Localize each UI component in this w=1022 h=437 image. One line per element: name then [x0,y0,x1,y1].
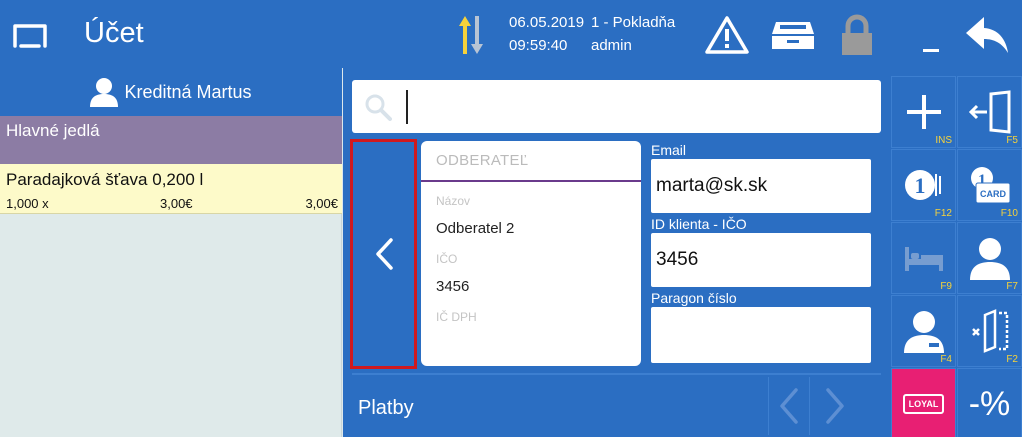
cash-drawer-icon [772,22,814,49]
discount-button[interactable]: -% [957,368,1022,437]
chevron-left-icon [780,388,798,424]
top-bar: Účet 06.05.2019 09:59:40 1 - Pokladňa ad… [0,0,1022,68]
minimize-button[interactable] [906,10,956,60]
loyal-label: LOYAL [902,394,945,414]
payments-label: Platby [358,397,414,419]
previous-button[interactable] [350,139,417,369]
category-header[interactable]: Hlavné jedlá [0,116,342,164]
minimize-icon [923,49,939,52]
shortcut-label: INS [935,135,952,146]
shortcut-label: F12 [934,208,952,219]
divider [421,180,641,182]
plus-icon [906,95,941,129]
shortcut-label: F9 [940,281,952,292]
discount-label: -% [968,384,1011,423]
lock-icon [842,14,872,55]
back-button[interactable] [962,10,1012,60]
shortcut-label: F7 [1006,281,1018,292]
customer-name: Kreditná Martus [124,81,252,102]
receipt-number-field[interactable] [651,307,871,363]
lock-button[interactable] [832,10,882,60]
payments-bar: Platby [352,373,881,437]
warning-button[interactable] [702,10,752,60]
user-icon [969,238,1010,280]
loyalty-button[interactable]: LOYAL [891,368,956,437]
buyer-title: ODBERATEĽ [436,152,529,169]
name-value: Odberatel 2 [436,220,515,237]
function-keys: INS F5 1 F12 1 CARD F10 F9 F7 F4 F2 LOYA… [889,68,1022,437]
chevron-right-icon [826,388,844,424]
waiter-button[interactable]: F4 [891,295,956,367]
bed-icon [904,247,943,271]
header-date: 06.05.2019 [509,14,585,31]
shortcut-label: F4 [940,354,952,365]
user-badge-icon [903,311,944,353]
search-input[interactable] [406,90,866,124]
chevron-left-icon [375,238,393,270]
item-total: 3,00€ [305,196,338,211]
item-quantity: 1,000 x [6,196,49,211]
client-id-field[interactable]: 3456 [651,233,871,287]
import-button[interactable]: F5 [957,76,1022,148]
buyer-card[interactable]: ODBERATEĽ Názov Odberatel 2 IČO 3456 IČ … [421,141,641,366]
item-name: Paradajková šťava 0,200 l [6,170,204,189]
order-item[interactable]: Paradajková šťava 0,200 l 1,000 x 3,00€ … [0,164,342,214]
import-icon [968,90,1010,134]
customer-button-side[interactable]: F7 [957,222,1022,294]
receipt-number-label: Paragon číslo [651,290,737,306]
client-id-value: 3456 [656,249,699,270]
svg-text:1: 1 [914,173,925,198]
shortcut-label: F2 [1006,354,1018,365]
vat-id-label: IČ DPH [436,310,477,324]
payments-next-button[interactable] [814,377,856,435]
room-button[interactable]: F9 [891,222,956,294]
order-panel: Kreditná Martus Hlavné jedlá Paradajková… [0,68,342,437]
ico-value: 3456 [436,278,470,295]
card-icon: 1 CARD [970,167,1010,204]
shortcut-label: F5 [1006,135,1018,146]
search-box [352,80,881,133]
customer-button[interactable]: Kreditná Martus [0,68,342,116]
client-id-label: ID klienta - IČO [651,216,747,232]
coin-icon: 1 [904,170,941,200]
split-bill-icon [971,309,1008,353]
add-button[interactable]: INS [891,76,956,148]
cash-drawer-button[interactable] [768,10,818,60]
shortcut-label: F10 [1000,208,1018,219]
email-label: Email [651,142,687,158]
page-title: Účet [84,17,144,49]
email-value: marta@sk.sk [656,175,768,196]
split-bill-button[interactable]: F2 [957,295,1022,367]
sort-icon[interactable] [457,14,485,56]
payments-prev-button[interactable] [768,377,810,435]
card-text: CARD [980,189,1006,199]
header-user: admin [591,37,632,54]
search-icon [365,94,392,121]
item-unit-price: 3,00€ [160,196,193,211]
card-button[interactable]: 1 CARD F10 [957,149,1022,221]
ico-label: IČO [436,252,458,266]
customer-detail-panel: ODBERATEĽ Názov Odberatel 2 IČO 3456 IČ … [343,68,889,437]
name-label: Názov [436,194,471,208]
back-icon [966,17,1008,53]
category-name: Hlavné jedlá [6,121,100,140]
user-icon [90,78,119,107]
customer-fields: Email marta@sk.sk ID klienta - IČO 3456 … [649,141,873,366]
warning-icon [705,16,749,54]
email-field[interactable]: marta@sk.sk [651,159,871,213]
coins-button[interactable]: 1 F12 [891,149,956,221]
app-icon[interactable] [12,22,48,48]
header-time: 09:59:40 [509,37,568,54]
header-register: 1 - Pokladňa [591,14,676,31]
